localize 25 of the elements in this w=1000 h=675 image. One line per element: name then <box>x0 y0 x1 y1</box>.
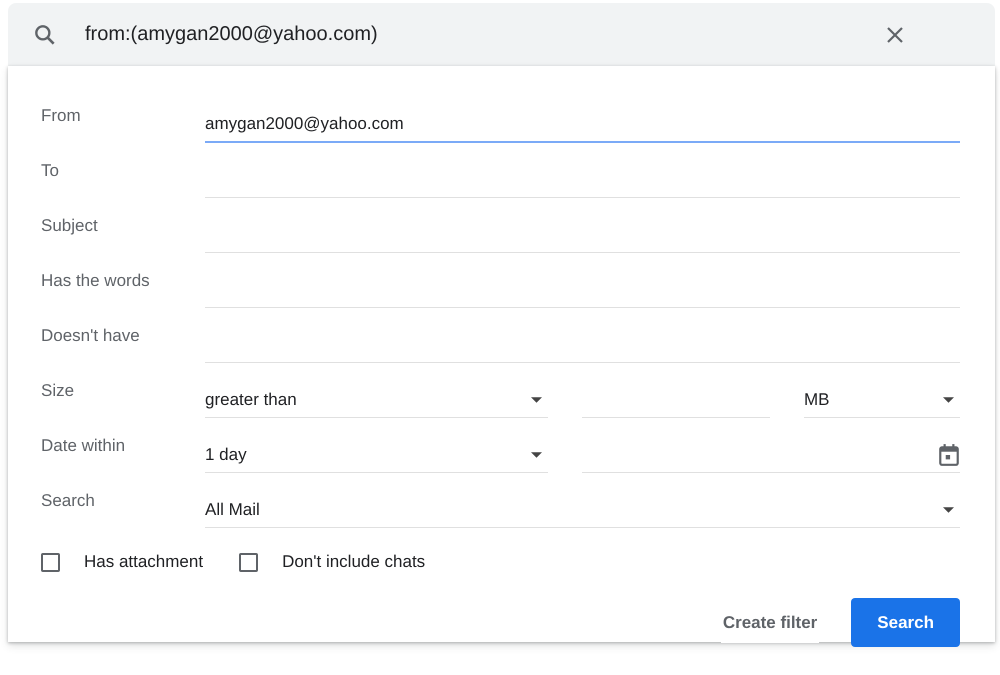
caret-icon <box>943 396 954 402</box>
search-button[interactable]: Search <box>851 598 960 647</box>
field-label: Doesn't have <box>41 326 141 347</box>
field-label: Subject <box>41 216 99 237</box>
dropdown[interactable]: 1 day <box>205 437 548 473</box>
search-query: from:(amygan2000@yahoo.com) <box>85 23 379 46</box>
caret-icon <box>531 396 542 402</box>
field-label: Has the words <box>41 271 151 292</box>
search-bar[interactable]: from:(amygan2000@yahoo.com) <box>8 3 995 66</box>
dropdown[interactable]: greater than <box>205 382 548 418</box>
field-label: To <box>41 161 60 182</box>
field-label: From <box>41 106 82 127</box>
field-label: Size <box>41 381 76 402</box>
field-label: Date within <box>41 436 126 457</box>
calendar-icon[interactable] <box>938 442 960 466</box>
dropdown[interactable]: All Mail <box>205 492 960 528</box>
field-label: Search <box>41 491 96 512</box>
dropdown[interactable]: MB <box>804 382 960 418</box>
caret-icon <box>531 452 542 458</box>
checkbox-label: Has attachment <box>84 552 204 572</box>
input-field[interactable]: amygan2000@yahoo.com <box>205 107 960 143</box>
checkbox[interactable] <box>239 552 258 572</box>
caret-icon <box>943 506 954 512</box>
checkbox-label: Don't include chats <box>282 552 426 572</box>
checkbox[interactable] <box>41 552 60 572</box>
